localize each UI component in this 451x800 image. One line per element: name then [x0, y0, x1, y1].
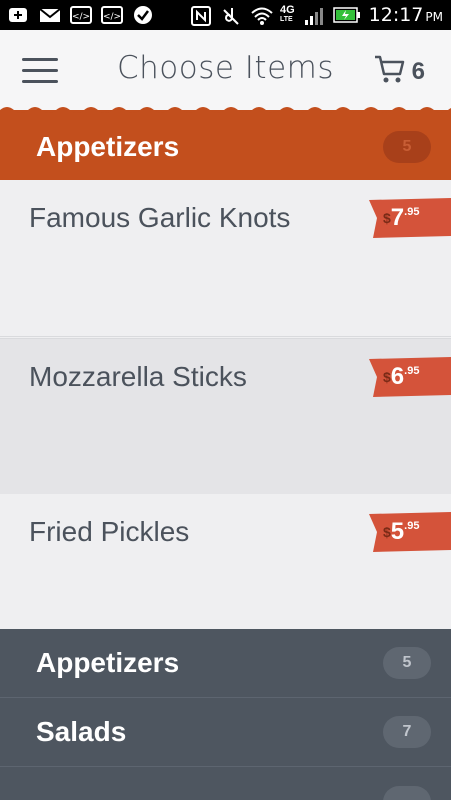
clock: 12:17 PM	[369, 4, 443, 26]
price-tag: $7.95	[369, 198, 451, 238]
price-dollars: 6	[390, 363, 405, 390]
menu-item[interactable]: Famous Garlic Knots $7.95	[0, 180, 451, 337]
signal-icon	[303, 6, 325, 25]
category-title: Appetizers	[36, 131, 180, 162]
wifi-icon	[250, 6, 273, 25]
menu-item[interactable]: Mozzarella Sticks $6.95	[0, 338, 451, 495]
category-list: Appetizers 5 Salads 7	[0, 629, 451, 800]
add-icon	[8, 6, 30, 24]
category-row[interactable]: Salads 7	[0, 698, 451, 767]
svg-text:</>: </>	[72, 12, 90, 22]
gmail-icon	[39, 6, 61, 24]
category-count-badge: 5	[383, 647, 431, 679]
current-category-header[interactable]: Appetizers 5	[0, 114, 451, 180]
price-cents: .95	[404, 206, 420, 218]
category-row[interactable]: Appetizers 5	[0, 629, 451, 698]
price-currency: $	[383, 210, 391, 226]
price-tag: $6.95	[369, 357, 451, 397]
price-currency: $	[383, 524, 391, 540]
category-title: Appetizers	[36, 647, 180, 678]
clock-time: 12:17	[368, 4, 424, 26]
price-cents: .95	[404, 365, 420, 377]
app-header: Choose Items 6	[0, 30, 451, 114]
network-label: 4G	[279, 4, 295, 16]
item-name: Fried Pickles	[29, 516, 190, 547]
nfc-icon	[190, 6, 212, 26]
cart-button[interactable]: 6	[374, 54, 425, 89]
code-icon: </>	[101, 6, 123, 24]
network-type: 4G LTE	[279, 4, 295, 24]
category-count-badge	[383, 785, 431, 800]
clock-ampm: PM	[425, 10, 443, 24]
code-icon: </>	[70, 6, 92, 24]
category-count-badge: 7	[383, 716, 431, 748]
notification-icons: </> </>	[8, 6, 154, 24]
cart-count: 6	[411, 57, 425, 85]
price-dollars: 5	[390, 518, 405, 545]
category-title: Salads	[36, 716, 127, 747]
category-count-badge: 5	[383, 131, 431, 163]
item-name: Mozzarella Sticks	[29, 361, 247, 392]
price-tag: $5.95	[369, 512, 451, 552]
price-cents: .95	[404, 520, 420, 532]
item-name: Famous Garlic Knots	[29, 202, 291, 233]
mute-icon	[220, 6, 242, 25]
system-icons: 4G LTE 12:17 PM	[190, 4, 443, 26]
battery-icon	[332, 6, 361, 24]
category-row-partial[interactable]	[0, 767, 451, 800]
status-bar: </> </> 4G LTE 12:17 PM	[0, 0, 451, 30]
price-dollars: 7	[390, 204, 405, 231]
price-currency: $	[383, 369, 391, 385]
check-icon	[132, 6, 154, 24]
network-sub-label: LTE	[279, 16, 293, 23]
menu-item[interactable]: Fried Pickles $5.95	[0, 494, 451, 629]
svg-text:</>: </>	[103, 12, 121, 22]
cart-icon	[374, 54, 406, 89]
